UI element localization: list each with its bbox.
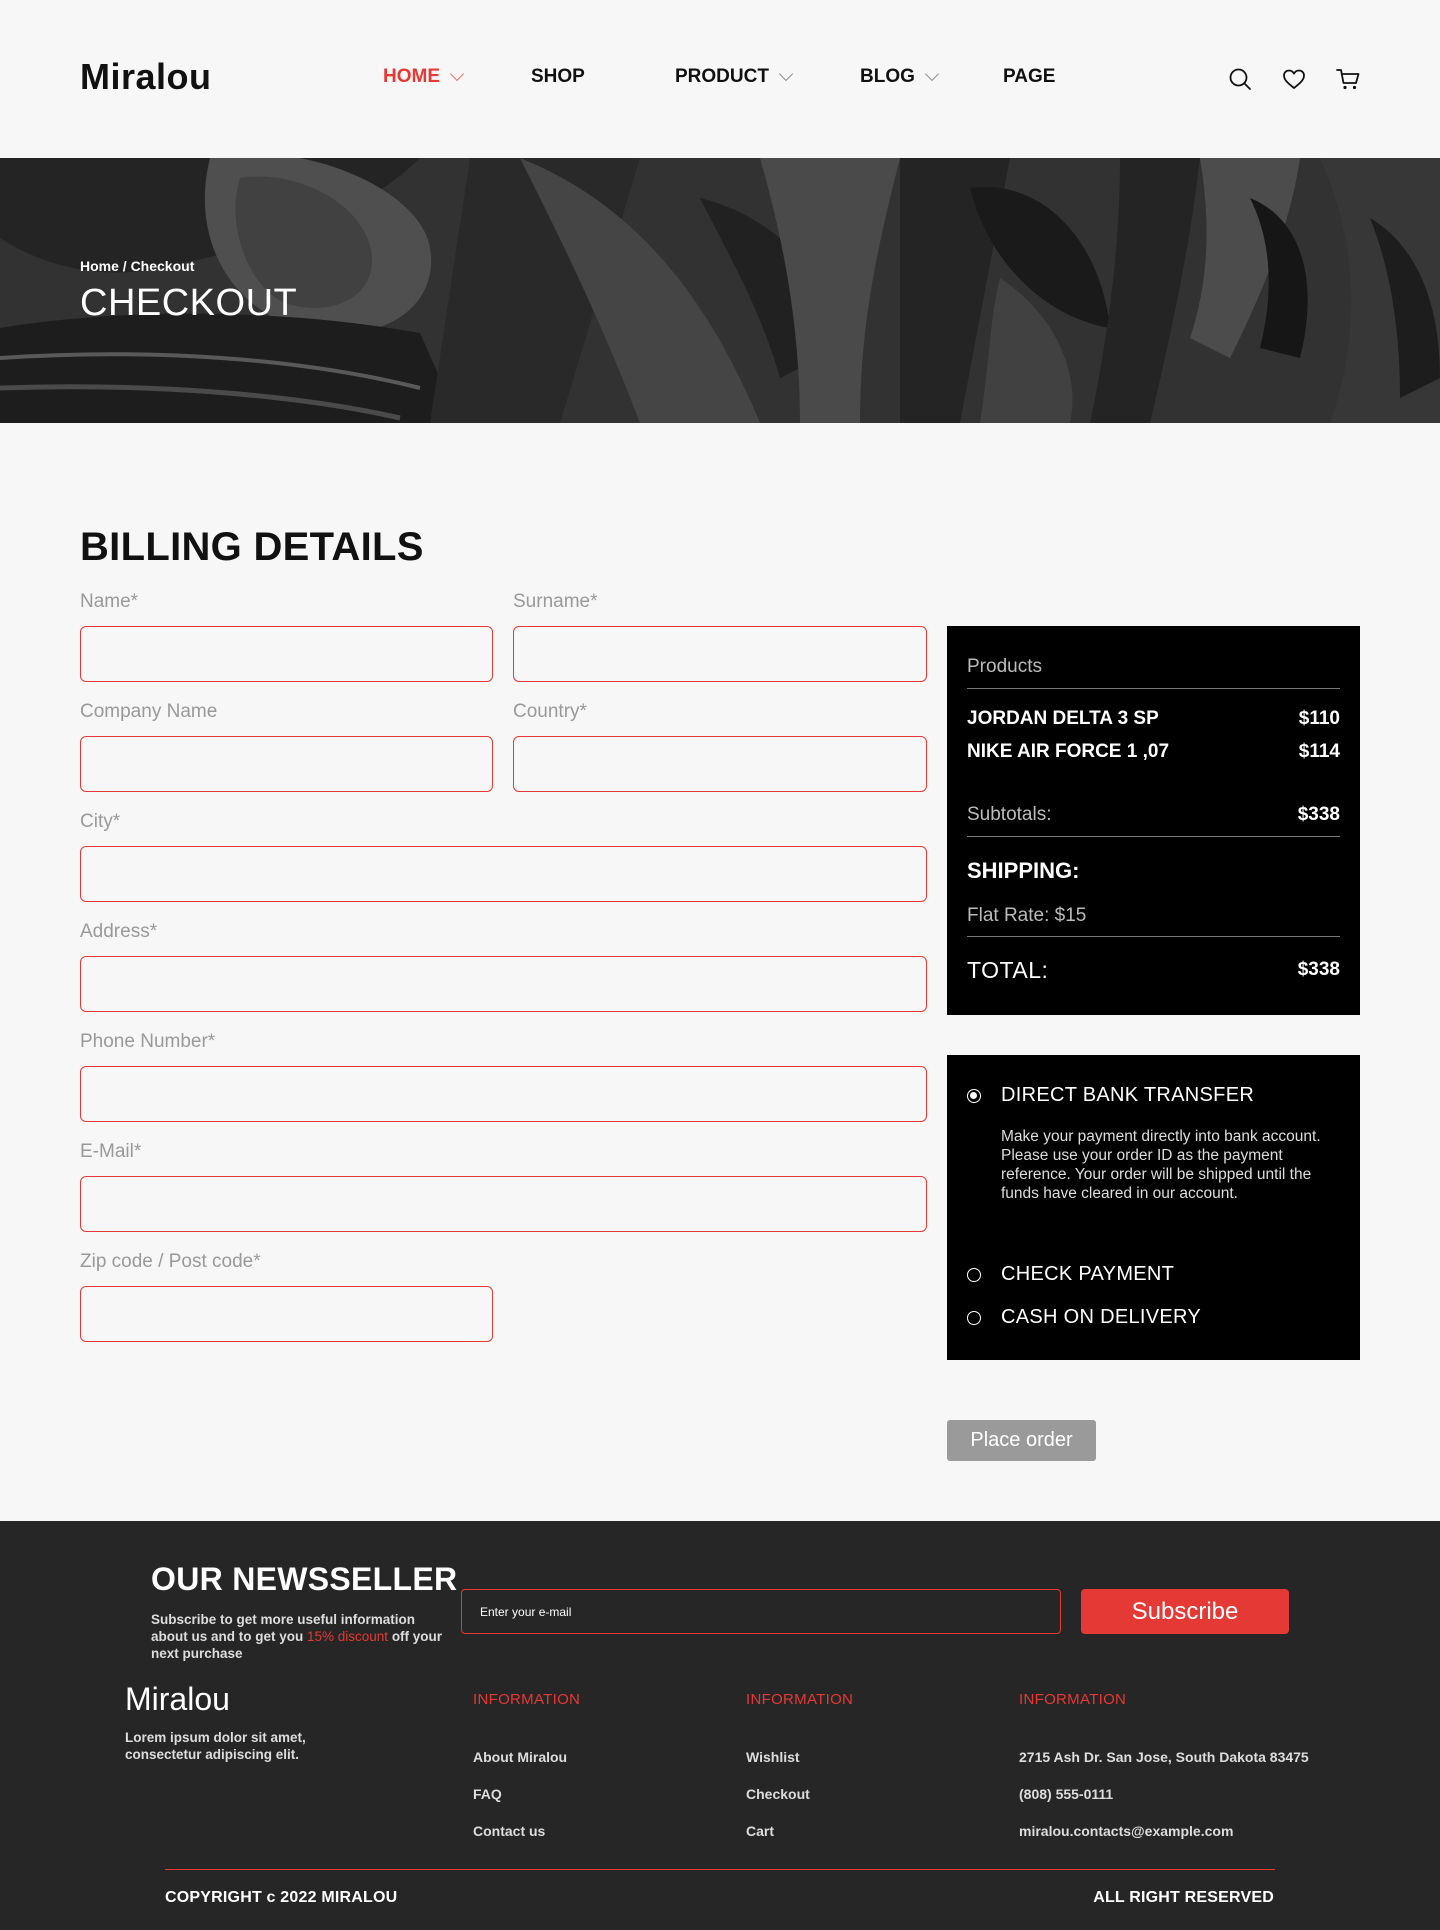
subtotals-value: $338 (1297, 804, 1340, 825)
footer-link-about[interactable]: About Miralou (473, 1749, 567, 1765)
nav-item-label: SHOP (531, 66, 585, 87)
cart-icon[interactable] (1335, 66, 1361, 92)
nav-item-shop[interactable]: SHOP (531, 66, 585, 88)
divider (967, 836, 1340, 837)
chevron-down-icon (778, 66, 794, 82)
newsletter-subtitle: Subscribe to get more useful information… (151, 1611, 451, 1662)
search-icon[interactable] (1227, 66, 1253, 92)
zip-field[interactable] (80, 1286, 493, 1342)
site-logo[interactable]: Miralou (80, 56, 212, 98)
payment-methods: DIRECT BANK TRANSFER Make your payment d… (947, 1055, 1360, 1360)
zip-label: Zip code / Post code* (80, 1251, 261, 1272)
name-field[interactable] (80, 626, 493, 682)
order-item-price: $110 (1298, 708, 1340, 729)
footer-phone[interactable]: (808) 555-0111 (1019, 1786, 1113, 1802)
footer-column-title: INFORMATION (1019, 1691, 1127, 1708)
shipping-heading: SHIPPING: (967, 858, 1080, 883)
newsletter-email-input[interactable] (461, 1589, 1061, 1634)
total-label: TOTAL: (967, 957, 1049, 983)
city-field[interactable] (80, 846, 927, 902)
bank-transfer-label[interactable]: DIRECT BANK TRANSFER (1001, 1084, 1254, 1107)
footer-link-cart[interactable]: Cart (746, 1823, 774, 1839)
breadcrumb[interactable]: Home / Checkout (80, 258, 194, 274)
footer-link-wishlist[interactable]: Wishlist (746, 1749, 800, 1765)
footer-link-faq[interactable]: FAQ (473, 1786, 502, 1802)
nav-item-label: HOME (383, 66, 440, 87)
order-summary: Products JORDAN DELTA 3 SP $110 NIKE AIR… (947, 626, 1360, 1015)
surname-label: Surname* (513, 591, 598, 612)
order-item-price: $114 (1298, 741, 1340, 762)
nav-item-product[interactable]: PRODUCT (675, 66, 794, 88)
email-field[interactable] (80, 1176, 927, 1232)
divider (967, 936, 1340, 937)
footer-link-contact[interactable]: Contact us (473, 1823, 545, 1839)
rights-text: ALL RIGHT RESERVED (1093, 1889, 1274, 1906)
company-label: Company Name (80, 701, 218, 722)
nav-item-blog[interactable]: BLOG (860, 66, 939, 88)
chevron-down-icon (924, 66, 939, 82)
phone-label: Phone Number* (80, 1031, 216, 1052)
cash-on-delivery-label[interactable]: CASH ON DELIVERY (1001, 1306, 1201, 1329)
footer-email[interactable]: miralou.contacts@example.com (1019, 1823, 1233, 1839)
nav-item-page[interactable]: PAGE (1003, 66, 1055, 88)
subscribe-button[interactable]: Subscribe (1081, 1589, 1289, 1634)
phone-field[interactable] (80, 1066, 927, 1122)
discount-highlight: 15% discount (307, 1629, 389, 1644)
name-label: Name* (80, 591, 139, 612)
site-header: Miralou HOME SHOP PRODUCT BLOG PAGE (0, 0, 1440, 158)
page-title: CHECKOUT (80, 282, 298, 324)
email-label: E-Mail* (80, 1141, 142, 1162)
products-heading: Products (967, 656, 1042, 677)
bank-transfer-radio[interactable] (967, 1089, 981, 1103)
place-order-button[interactable]: Place order (947, 1420, 1096, 1461)
bank-transfer-description: Make your payment directly into bank acc… (1001, 1128, 1321, 1202)
newsletter-title: OUR NEWSSELLER (151, 1561, 458, 1597)
country-field[interactable] (513, 736, 927, 792)
cash-on-delivery-radio[interactable] (967, 1311, 981, 1325)
heart-icon[interactable] (1281, 66, 1307, 92)
order-item-name: NIKE AIR FORCE 1 ,07 (967, 741, 1170, 762)
nav-item-label: PRODUCT (675, 66, 769, 87)
copyright-text: COPYRIGHT c 2022 MIRALOU (165, 1889, 398, 1906)
nav-item-label: PAGE (1003, 66, 1056, 87)
footer-column-title: INFORMATION (746, 1691, 854, 1708)
billing-title: BILLING DETAILS (80, 525, 424, 569)
company-field[interactable] (80, 736, 493, 792)
chevron-down-icon (449, 66, 465, 82)
subtotals-label: Subtotals: (967, 804, 1052, 825)
footer-logo[interactable]: Miralou (125, 1681, 230, 1718)
check-payment-label[interactable]: CHECK PAYMENT (1001, 1263, 1174, 1286)
divider (967, 688, 1340, 689)
total-value: $338 (1297, 959, 1340, 980)
hero-banner: Home / Checkout CHECKOUT (0, 158, 1440, 423)
footer-divider (165, 1869, 1275, 1870)
shipping-rate: Flat Rate: $15 (967, 905, 1087, 926)
country-label: Country* (513, 701, 587, 722)
footer-column-title: INFORMATION (473, 1691, 581, 1708)
nav-item-label: BLOG (860, 66, 915, 87)
footer-link-checkout[interactable]: Checkout (746, 1786, 810, 1802)
check-payment-radio[interactable] (967, 1268, 981, 1282)
site-footer: OUR NEWSSELLER Subscribe to get more use… (0, 1521, 1440, 1930)
footer-address: 2715 Ash Dr. San Jose, South Dakota 8347… (1019, 1749, 1309, 1765)
nav-item-home[interactable]: HOME (383, 66, 465, 88)
address-field[interactable] (80, 956, 927, 1012)
city-label: City* (80, 811, 121, 832)
order-item-name: JORDAN DELTA 3 SP (967, 708, 1159, 729)
footer-description: Lorem ipsum dolor sit amet, consectetur … (125, 1730, 306, 1762)
address-label: Address* (80, 921, 158, 942)
surname-field[interactable] (513, 626, 927, 682)
